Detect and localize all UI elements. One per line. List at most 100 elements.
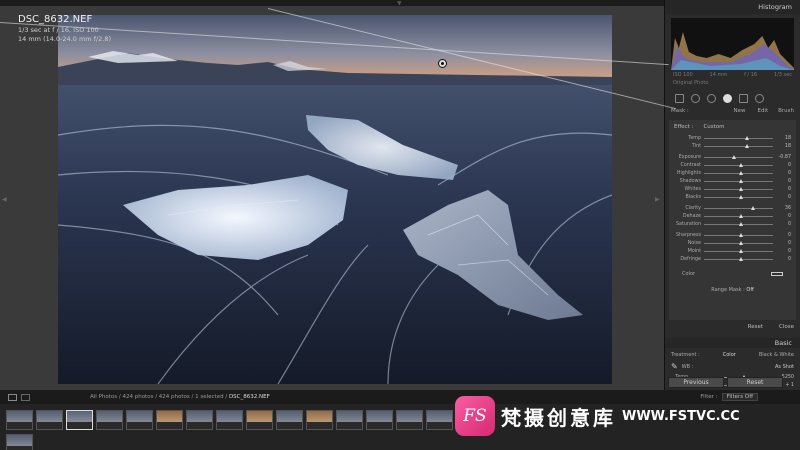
- color-swatch[interactable]: [771, 272, 783, 276]
- slider-thumb[interactable]: [738, 248, 743, 253]
- thumbnail[interactable]: [36, 410, 63, 430]
- thumbnail[interactable]: [306, 410, 333, 430]
- treatment-color-option[interactable]: Color: [723, 352, 736, 358]
- effect-slider-blacks[interactable]: Blacks 0: [674, 193, 791, 201]
- slider-thumb[interactable]: [738, 186, 743, 191]
- effect-slider-exposure[interactable]: Exposure -0.87: [674, 153, 791, 161]
- treatment-bw-option[interactable]: Black & White: [759, 352, 794, 358]
- slider-thumb[interactable]: [750, 205, 755, 210]
- slider-track[interactable]: [704, 135, 773, 140]
- slider-value[interactable]: 0: [773, 222, 791, 227]
- primary-window-icon[interactable]: [8, 393, 17, 401]
- effect-slider-dehaze[interactable]: Dehaze 0: [674, 212, 791, 220]
- slider-thumb[interactable]: [738, 221, 743, 226]
- thumbnail[interactable]: [396, 410, 423, 430]
- slider-track[interactable]: [704, 154, 773, 159]
- thumbnail[interactable]: [276, 410, 303, 430]
- slider-track[interactable]: [704, 256, 773, 261]
- slider-value[interactable]: 36: [773, 206, 791, 211]
- effect-slider-clarity[interactable]: Clarity 36: [674, 204, 791, 212]
- slider-value[interactable]: 0: [773, 195, 791, 200]
- effect-slider-shadows[interactable]: Shadows 0: [674, 177, 791, 185]
- slider-track[interactable]: [704, 178, 773, 183]
- radial-filter-icon[interactable]: [723, 93, 732, 103]
- slider-track[interactable]: [704, 186, 773, 191]
- slider-value[interactable]: 0: [773, 257, 791, 262]
- thumbnail[interactable]: [126, 410, 153, 430]
- brush-tool-icon[interactable]: [755, 93, 764, 103]
- wb-dropdown[interactable]: As Shot: [775, 364, 794, 370]
- photo-preview[interactable]: [58, 15, 612, 384]
- thumbnail[interactable]: [426, 410, 453, 430]
- slider-value[interactable]: 0: [773, 214, 791, 219]
- radial-filter-pin[interactable]: [438, 59, 447, 68]
- thumbnail[interactable]: [96, 410, 123, 430]
- slider-thumb[interactable]: [738, 256, 743, 261]
- effect-slider-tint[interactable]: Tint 18: [674, 142, 791, 150]
- slider-track[interactable]: [704, 213, 773, 218]
- slider-thumb[interactable]: [738, 162, 743, 167]
- slider-track[interactable]: [704, 170, 773, 175]
- effect-slider-contrast[interactable]: Contrast 0: [674, 161, 791, 169]
- mask-brush-button[interactable]: Brush: [778, 108, 794, 114]
- thumbnail-selected[interactable]: [66, 410, 93, 430]
- crop-tool-icon[interactable]: [691, 93, 700, 103]
- slider-value[interactable]: -0.87: [773, 155, 791, 160]
- mask-new-button[interactable]: New: [733, 108, 745, 114]
- thumbnail[interactable]: [186, 410, 213, 430]
- spot-removal-icon[interactable]: [707, 93, 716, 103]
- effect-slider-noise[interactable]: Noise 0: [674, 239, 791, 247]
- right-panel-toggle[interactable]: ▶: [655, 196, 660, 203]
- slider-value[interactable]: 0: [773, 179, 791, 184]
- slider-thumb[interactable]: [745, 135, 750, 140]
- slider-track[interactable]: [704, 162, 773, 167]
- effect-slider-moir[interactable]: Moiré 0: [674, 247, 791, 255]
- thumbnail[interactable]: [216, 410, 243, 430]
- slider-track[interactable]: [704, 240, 773, 245]
- effect-preset-dropdown[interactable]: Custom: [703, 124, 724, 130]
- effect-slider-whites[interactable]: Whites 0: [674, 185, 791, 193]
- effect-slider-sharpness[interactable]: Sharpness 0: [674, 231, 791, 239]
- slider-thumb[interactable]: [738, 240, 743, 245]
- effect-slider-defringe[interactable]: Defringe 0: [674, 255, 791, 263]
- effect-close-button[interactable]: Close: [779, 324, 794, 330]
- effect-slider-saturation[interactable]: Saturation 0: [674, 220, 791, 228]
- slider-value[interactable]: 0: [773, 249, 791, 254]
- graduated-filter-icon[interactable]: [739, 93, 748, 103]
- reset-button[interactable]: Reset: [727, 377, 783, 388]
- slider-value[interactable]: 18: [773, 136, 791, 141]
- slider-thumb[interactable]: [738, 232, 743, 237]
- eyedropper-icon[interactable]: ✎: [671, 362, 678, 371]
- thumbnail[interactable]: [6, 434, 33, 450]
- slider-value[interactable]: 0: [773, 187, 791, 192]
- grid-tool-icon[interactable]: [675, 93, 684, 103]
- original-photo-check[interactable]: Original Photo: [673, 80, 792, 86]
- basic-header[interactable]: Basic: [665, 338, 800, 348]
- secondary-window-icon[interactable]: [21, 393, 30, 401]
- effect-slider-highlights[interactable]: Highlights 0: [674, 169, 791, 177]
- left-panel-toggle[interactable]: ◀: [2, 196, 7, 203]
- slider-thumb[interactable]: [738, 170, 743, 175]
- thumbnail[interactable]: [246, 410, 273, 430]
- histogram-header[interactable]: Histogram: [665, 0, 800, 14]
- previous-button[interactable]: Previous: [668, 377, 724, 388]
- thumbnail[interactable]: [156, 410, 183, 430]
- slider-value[interactable]: 18: [773, 144, 791, 149]
- slider-track[interactable]: [704, 205, 773, 210]
- slider-thumb[interactable]: [738, 213, 743, 218]
- slider-value[interactable]: 0: [773, 241, 791, 246]
- slider-thumb[interactable]: [738, 178, 743, 183]
- slider-track[interactable]: [704, 248, 773, 253]
- effect-slider-temp[interactable]: Temp 18: [674, 134, 791, 142]
- slider-value[interactable]: 0: [773, 171, 791, 176]
- top-panel-toggle[interactable]: ▼: [397, 0, 402, 7]
- thumbnail[interactable]: [366, 410, 393, 430]
- slider-track[interactable]: [704, 194, 773, 199]
- filmstrip-breadcrumb[interactable]: All Photos / 424 photos / 424 photos / 1…: [90, 394, 270, 400]
- thumbnail[interactable]: [6, 410, 33, 430]
- slider-value[interactable]: 0: [773, 233, 791, 238]
- slider-value[interactable]: 0: [773, 163, 791, 168]
- slider-thumb[interactable]: [738, 194, 743, 199]
- effect-reset-button[interactable]: Reset: [748, 324, 763, 330]
- thumbnail[interactable]: [336, 410, 363, 430]
